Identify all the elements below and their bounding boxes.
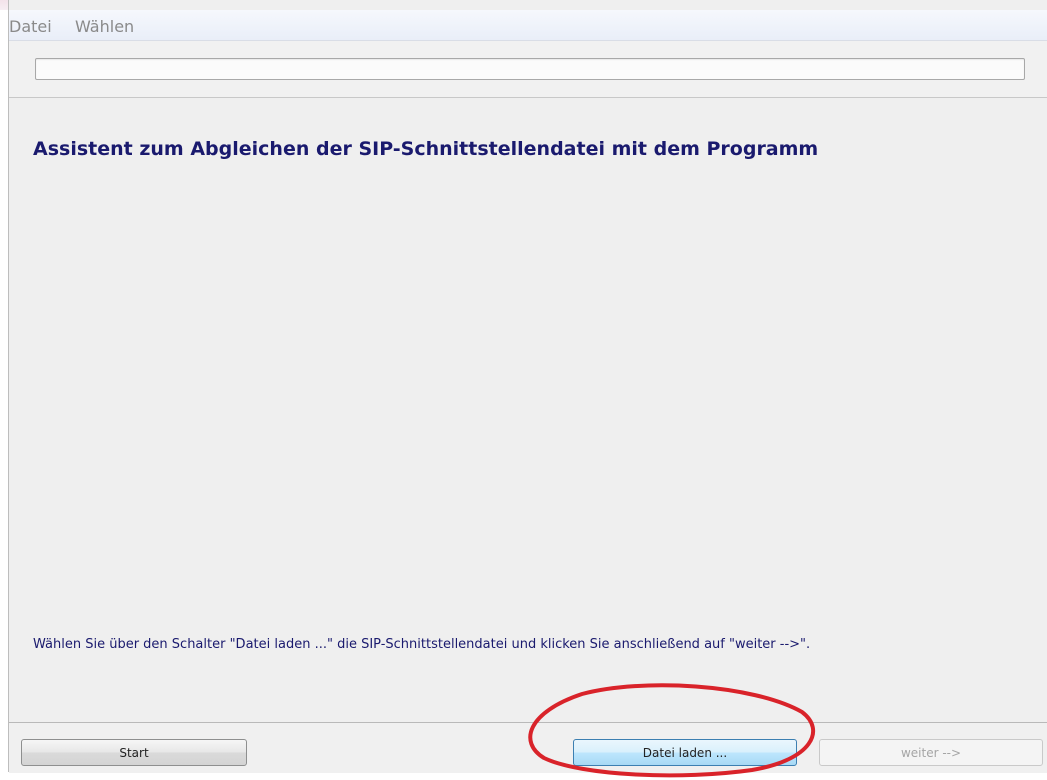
- menu-bar: Datei Wählen: [9, 10, 1047, 41]
- menu-item-datei[interactable]: Datei: [9, 17, 52, 36]
- instruction-text: Wählen Sie über den Schalter "Datei lade…: [33, 637, 811, 652]
- wizard-window: Datei Wählen Assistent zum Abgleichen de…: [8, 0, 1047, 773]
- progress-bar: [35, 58, 1025, 80]
- menu-item-waehlen[interactable]: Wählen: [75, 17, 134, 36]
- start-button[interactable]: Start: [21, 739, 247, 766]
- load-file-button[interactable]: Datei laden ...: [573, 739, 797, 766]
- button-bar: Start Datei laden ... weiter -->: [9, 722, 1047, 773]
- next-button[interactable]: weiter -->: [819, 739, 1043, 766]
- page-title: Assistent zum Abgleichen der SIP-Schnitt…: [33, 138, 819, 160]
- progress-area: [9, 41, 1047, 98]
- wizard-content: Assistent zum Abgleichen der SIP-Schnitt…: [9, 98, 1047, 722]
